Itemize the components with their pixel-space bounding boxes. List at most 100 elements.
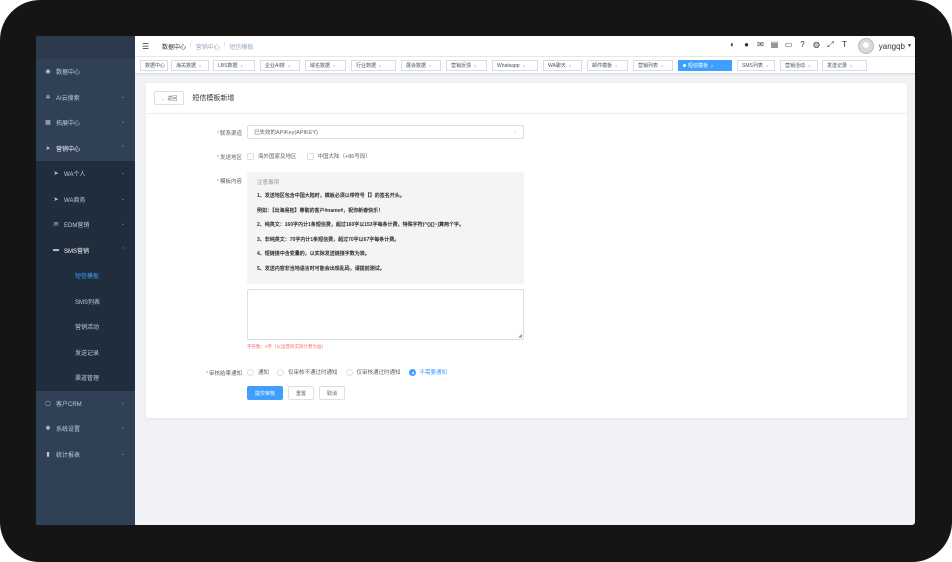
tag-item[interactable]: 展会数据 × [401, 60, 441, 71]
divider [146, 113, 907, 114]
sidebar-item-reports[interactable]: ▮ 统计报表 ⌄ [36, 442, 135, 468]
notify-radio-always[interactable]: 通知 [247, 368, 269, 376]
tag-item[interactable]: 营销反馈 × [446, 60, 487, 71]
grid-icon: ▦ [45, 120, 51, 127]
resize-handle-icon[interactable]: ◢ [518, 333, 522, 339]
monitor-icon[interactable]: ▭ [784, 40, 793, 49]
breadcrumb-separator: / [190, 41, 192, 48]
checkbox-box[interactable] [306, 152, 314, 160]
sidebar-item-wa-business[interactable]: ➤ WA商务 ⌄ [36, 186, 135, 212]
tag-item[interactable]: WA聊天 × [543, 60, 582, 71]
toolbar-icons: ◐ ● ✉ ▤ ▭ ? ◍ ⤢ T [728, 40, 849, 49]
sidebar-item-crm[interactable]: ▢ 客户CRM ⌄ [36, 391, 135, 417]
close-icon[interactable]: × [615, 63, 617, 68]
breadcrumb-item[interactable]: 数据中心 [162, 42, 186, 51]
back-button[interactable]: ← 返回 [154, 91, 185, 105]
send-icon: ➤ [53, 196, 59, 203]
close-icon[interactable]: × [523, 63, 525, 68]
username[interactable]: yangqb [879, 42, 905, 51]
notify-radio-group: 通知 仅审核不通过时通知 仅审核通过时通知 不需要通知 [247, 368, 447, 376]
close-icon[interactable]: × [429, 63, 431, 68]
fullscreen-icon[interactable]: ⤢ [826, 40, 835, 49]
sidebar-item-label: 数据中心 [56, 70, 81, 77]
chevron-down-icon: ⌄ [120, 119, 125, 125]
channel-select[interactable]: 已失效的APIKey(APIKEY) ⌄ [247, 125, 524, 139]
document-icon[interactable]: ▤ [770, 40, 779, 49]
notify-radio-none[interactable]: 不需要通知 [408, 368, 447, 376]
sidebar-item-sms-template[interactable]: 短信模板 [36, 263, 135, 289]
notice-title: 注意事项 [257, 180, 280, 186]
close-icon[interactable]: × [661, 63, 663, 68]
tag-item[interactable]: 邮件模板 × [587, 60, 628, 71]
font-size-icon[interactable]: T [840, 40, 849, 49]
sidebar-item-ai-search[interactable]: ✲ AI云搜索 ⌄ [36, 85, 135, 111]
tag-item[interactable]: 数据中心 [140, 60, 168, 71]
content-textarea[interactable]: ◢ [247, 289, 524, 340]
notify-radio-on-reject[interactable]: 仅审核不通过时通知 [277, 368, 338, 376]
close-icon[interactable]: × [379, 63, 381, 68]
close-icon[interactable]: × [711, 63, 713, 68]
close-icon[interactable]: × [569, 63, 571, 68]
close-icon[interactable]: × [199, 63, 201, 68]
sidebar-item-campaigns[interactable]: 营销活动 [36, 314, 135, 340]
tag-item[interactable]: 营销列表 × [633, 60, 673, 71]
github-icon[interactable]: ◍ [812, 40, 821, 49]
tag-item[interactable]: Whatsapp × [492, 60, 538, 71]
sidebar-item-settings[interactable]: ✺ 系统设置 ⌄ [36, 416, 135, 442]
close-icon[interactable]: × [766, 63, 768, 68]
close-icon[interactable]: × [850, 63, 852, 68]
caret-down-icon[interactable]: ▼ [907, 43, 912, 49]
sidebar-item-label: 拓展中心 [56, 121, 81, 128]
mail-icon[interactable]: ✉ [756, 40, 765, 49]
sidebar-item-label: SMS营销 [64, 248, 90, 255]
close-icon[interactable]: × [808, 63, 810, 68]
sidebar-item-send-records[interactable]: 发送记录 [36, 339, 135, 365]
close-icon[interactable]: × [474, 63, 476, 68]
chat-icon[interactable]: ● [742, 40, 751, 49]
tag-item[interactable]: 短信模板 × [678, 60, 732, 71]
required-mark: * [216, 131, 219, 137]
tag-item[interactable]: 域名数据 × [305, 60, 346, 71]
radio-circle[interactable] [277, 368, 285, 376]
tag-item[interactable]: 海关数据 × [171, 60, 209, 71]
reset-button[interactable]: 重置 [288, 386, 315, 400]
avatar[interactable] [858, 38, 874, 54]
close-icon[interactable]: × [333, 63, 335, 68]
cancel-button[interactable]: 取消 [319, 386, 346, 400]
tag-item[interactable]: 企业AI搜 × [260, 60, 300, 71]
breadcrumb-item[interactable]: 营销中心 [196, 42, 220, 51]
notice-line: 例如：【出海易拓】尊敬的客户#name#，祝你新春快乐！ [257, 207, 384, 214]
theme-icon[interactable]: ◐ [728, 40, 737, 49]
radio-circle[interactable] [345, 368, 353, 376]
help-icon[interactable]: ? [798, 40, 807, 49]
region-overseas-checkbox[interactable]: 海外国家及地区 [247, 152, 297, 160]
tag-item[interactable]: 发送记录 × [822, 60, 867, 71]
close-icon[interactable]: × [288, 63, 290, 68]
sidebar-item-channels[interactable]: 渠道管理 [36, 365, 135, 391]
message-icon: ▬ [53, 247, 59, 254]
sidebar-item-data-center[interactable]: ◉ 数据中心 [36, 59, 135, 85]
hamburger-icon[interactable]: ☰ [142, 42, 152, 51]
checkbox-box[interactable] [247, 152, 254, 160]
sidebar-item-sms[interactable]: ▬ SMS营销 ⌃ [36, 237, 135, 263]
sidebar-item-edm[interactable]: ✉ EDM营销 ⌄ [36, 212, 135, 238]
tag-item[interactable]: SMS列表 × [737, 60, 775, 71]
notify-radio-on-approve[interactable]: 仅审核通过时通知 [345, 368, 401, 376]
sidebar-item-expand-center[interactable]: ▦ 拓展中心 ⌄ [36, 110, 135, 136]
sidebar-item-marketing-center[interactable]: ➤ 营销中心 ⌃ [36, 136, 135, 162]
submit-button[interactable]: 提交审核 [247, 386, 284, 400]
sidebar-item-label: 渠道管理 [75, 376, 100, 383]
tag-item[interactable]: 营销活动 × [780, 60, 818, 71]
radio-circle[interactable] [408, 368, 416, 376]
sidebar-item-sms-list[interactable]: SMS列表 [36, 288, 135, 314]
close-icon[interactable]: × [240, 63, 242, 68]
sidebar-item-wa-personal[interactable]: ➤ WA个人 ⌄ [36, 161, 135, 187]
tag-item[interactable]: 行业数据 × [351, 60, 396, 71]
sidebar-item-label: EDM营销 [64, 223, 90, 230]
region-mainland-checkbox[interactable]: 中国大陆（+86号段） [306, 152, 371, 160]
gear-icon: ✲ [45, 94, 51, 101]
radio-circle[interactable] [247, 368, 254, 376]
sidebar-item-label: 统计报表 [56, 452, 81, 459]
send-icon: ➤ [45, 145, 51, 152]
tag-item[interactable]: LBS数据 × [213, 60, 255, 71]
